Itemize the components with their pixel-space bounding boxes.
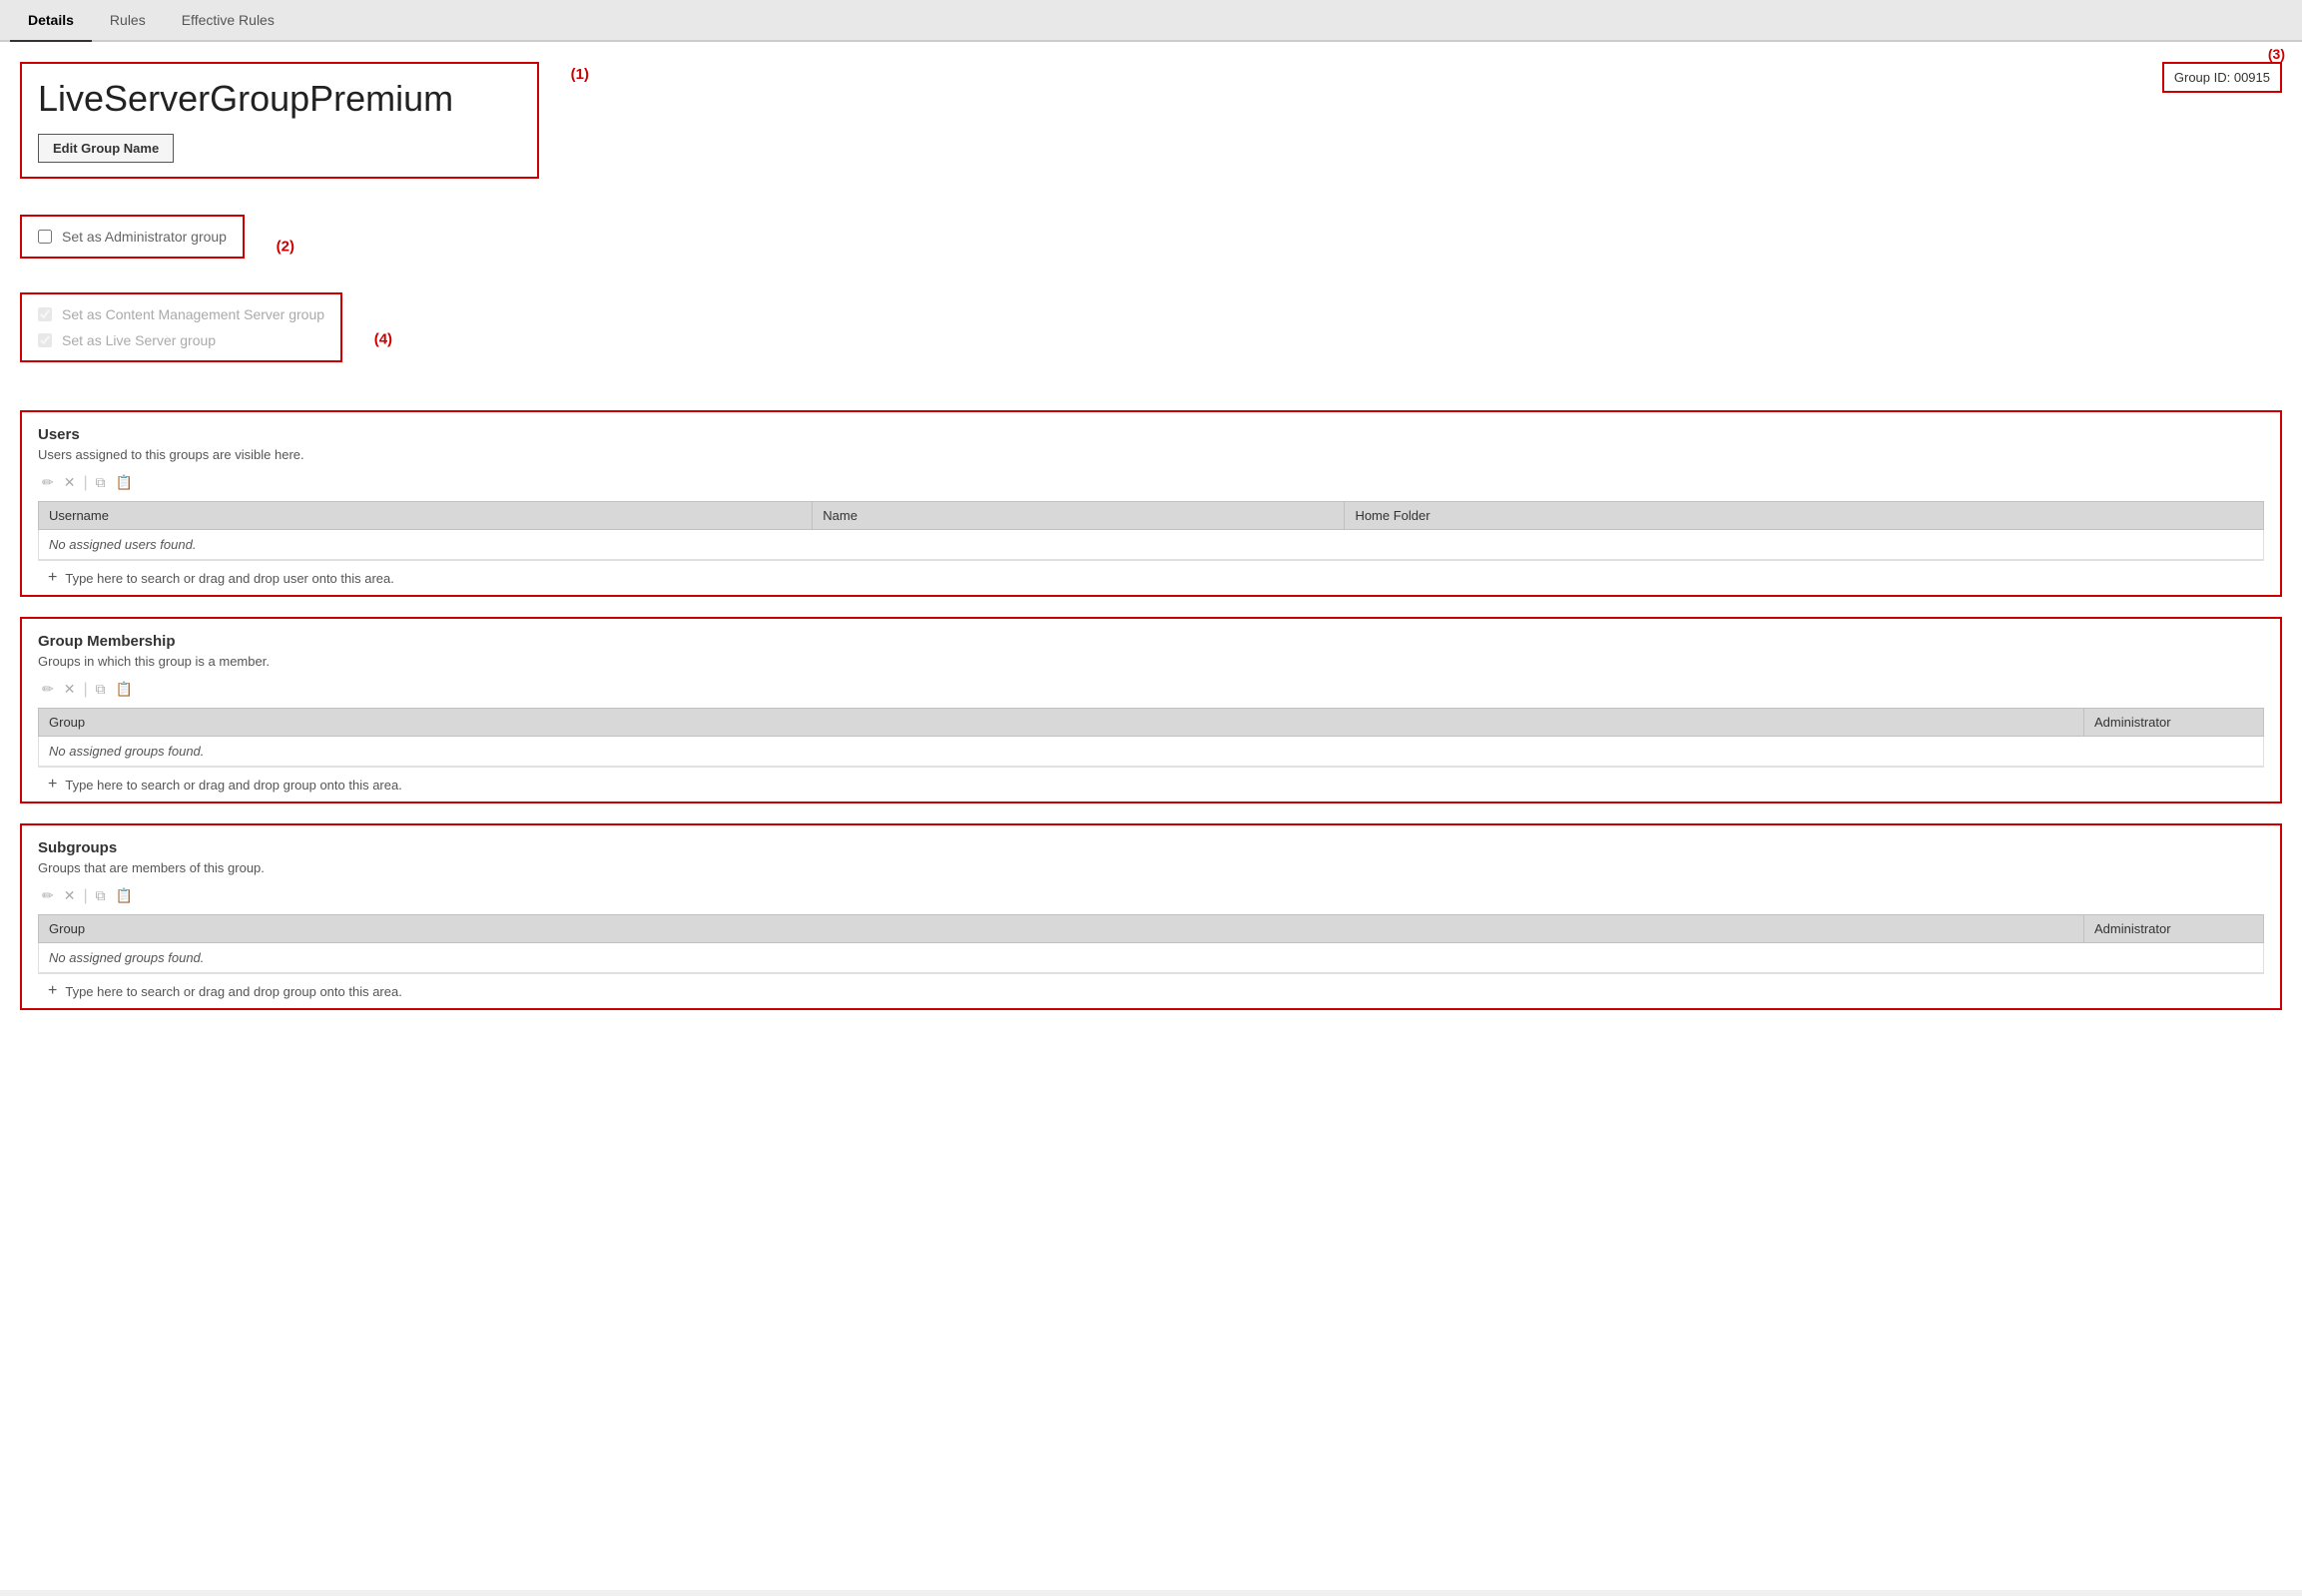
annotation-2: (2)	[277, 239, 294, 256]
group-membership-table: Group Administrator No assigned groups f…	[38, 708, 2264, 767]
sg-copy-icon[interactable]: ⧉	[92, 885, 110, 906]
users-copy-icon[interactable]: ⧉	[92, 472, 110, 493]
main-content: Group ID: 00915 (3) LiveServerGroupPremi…	[0, 42, 2302, 1590]
annotation-1: (1)	[571, 66, 589, 83]
server-group-section: Set as Content Management Server group S…	[20, 292, 342, 362]
gm-empty-message: No assigned groups found.	[39, 737, 2264, 767]
live-server-checkbox[interactable]	[38, 333, 52, 347]
sg-delete-icon[interactable]: ✕	[60, 885, 80, 906]
sg-col-admin: Administrator	[2084, 915, 2264, 943]
users-add-plus-icon: +	[48, 569, 57, 587]
gm-add-row[interactable]: + Type here to search or drag and drop g…	[38, 767, 2264, 801]
cms-checkbox[interactable]	[38, 307, 52, 321]
group-membership-description: Groups in which this group is a member.	[38, 654, 2264, 669]
gm-copy-icon[interactable]: ⧉	[92, 679, 110, 700]
cms-checkbox-row: Set as Content Management Server group	[38, 306, 324, 322]
subgroups-description: Groups that are members of this group.	[38, 860, 2264, 875]
sg-col-group: Group	[39, 915, 2084, 943]
admin-checkbox-row: Set as Administrator group	[38, 229, 227, 245]
col-username: Username	[39, 502, 813, 530]
group-name-section: LiveServerGroupPremium Edit Group Name	[20, 62, 539, 179]
col-name: Name	[813, 502, 1345, 530]
annotation-4: (4)	[374, 331, 392, 348]
users-add-row[interactable]: + Type here to search or drag and drop u…	[38, 560, 2264, 595]
users-table: Username Name Home Folder No assigned us…	[38, 501, 2264, 560]
users-delete-icon[interactable]: ✕	[60, 472, 80, 493]
gm-empty-row: No assigned groups found.	[39, 737, 2264, 767]
tab-rules[interactable]: Rules	[92, 0, 164, 42]
admin-checkbox[interactable]	[38, 230, 52, 244]
sg-edit-icon[interactable]: ✏	[38, 885, 58, 906]
tab-effective-rules[interactable]: Effective Rules	[164, 0, 292, 42]
users-description: Users assigned to this groups are visibl…	[38, 447, 2264, 462]
tab-details[interactable]: Details	[10, 0, 92, 42]
gm-paste-icon[interactable]: 📋	[112, 679, 137, 700]
gm-add-plus-icon: +	[48, 776, 57, 794]
sg-add-plus-icon: +	[48, 982, 57, 1000]
users-add-placeholder: Type here to search or drag and drop use…	[65, 571, 394, 586]
group-membership-section: Group Membership Groups in which this gr…	[20, 617, 2282, 803]
edit-group-name-button[interactable]: Edit Group Name	[38, 134, 174, 163]
sg-paste-icon[interactable]: 📋	[112, 885, 137, 906]
tab-bar: Details Rules Effective Rules	[0, 0, 2302, 42]
live-server-checkbox-label: Set as Live Server group	[62, 332, 216, 348]
group-id-text: Group ID: 00915	[2174, 70, 2270, 85]
live-server-checkbox-row: Set as Live Server group	[38, 332, 324, 348]
sg-empty-row: No assigned groups found.	[39, 943, 2264, 973]
admin-checkbox-label: Set as Administrator group	[62, 229, 227, 245]
group-id-badge: Group ID: 00915 (3)	[2162, 62, 2282, 93]
subgroups-toolbar: ✏ ✕ | ⧉ 📋	[38, 885, 2264, 906]
users-empty-row: No assigned users found.	[39, 530, 2264, 560]
subgroups-section: Subgroups Groups that are members of thi…	[20, 823, 2282, 1010]
group-membership-title: Group Membership	[38, 633, 2264, 650]
admin-group-section: Set as Administrator group	[20, 215, 245, 259]
sg-add-placeholder: Type here to search or drag and drop gro…	[65, 984, 402, 999]
annotation-3: (3)	[2268, 46, 2285, 62]
users-empty-message: No assigned users found.	[39, 530, 2264, 560]
group-name-title: LiveServerGroupPremium	[38, 78, 521, 120]
sg-add-row[interactable]: + Type here to search or drag and drop g…	[38, 973, 2264, 1008]
cms-checkbox-label: Set as Content Management Server group	[62, 306, 324, 322]
sg-empty-message: No assigned groups found.	[39, 943, 2264, 973]
gm-edit-icon[interactable]: ✏	[38, 679, 58, 700]
group-membership-toolbar: ✏ ✕ | ⧉ 📋	[38, 679, 2264, 700]
gm-col-group: Group	[39, 709, 2084, 737]
subgroups-table: Group Administrator No assigned groups f…	[38, 914, 2264, 973]
users-title: Users	[38, 426, 2264, 443]
users-paste-icon[interactable]: 📋	[112, 472, 137, 493]
users-edit-icon[interactable]: ✏	[38, 472, 58, 493]
gm-delete-icon[interactable]: ✕	[60, 679, 80, 700]
subgroups-title: Subgroups	[38, 839, 2264, 856]
users-section: Users Users assigned to this groups are …	[20, 410, 2282, 597]
gm-add-placeholder: Type here to search or drag and drop gro…	[65, 778, 402, 793]
users-toolbar: ✏ ✕ | ⧉ 📋	[38, 472, 2264, 493]
col-home-folder: Home Folder	[1345, 502, 2264, 530]
gm-col-admin: Administrator	[2084, 709, 2264, 737]
